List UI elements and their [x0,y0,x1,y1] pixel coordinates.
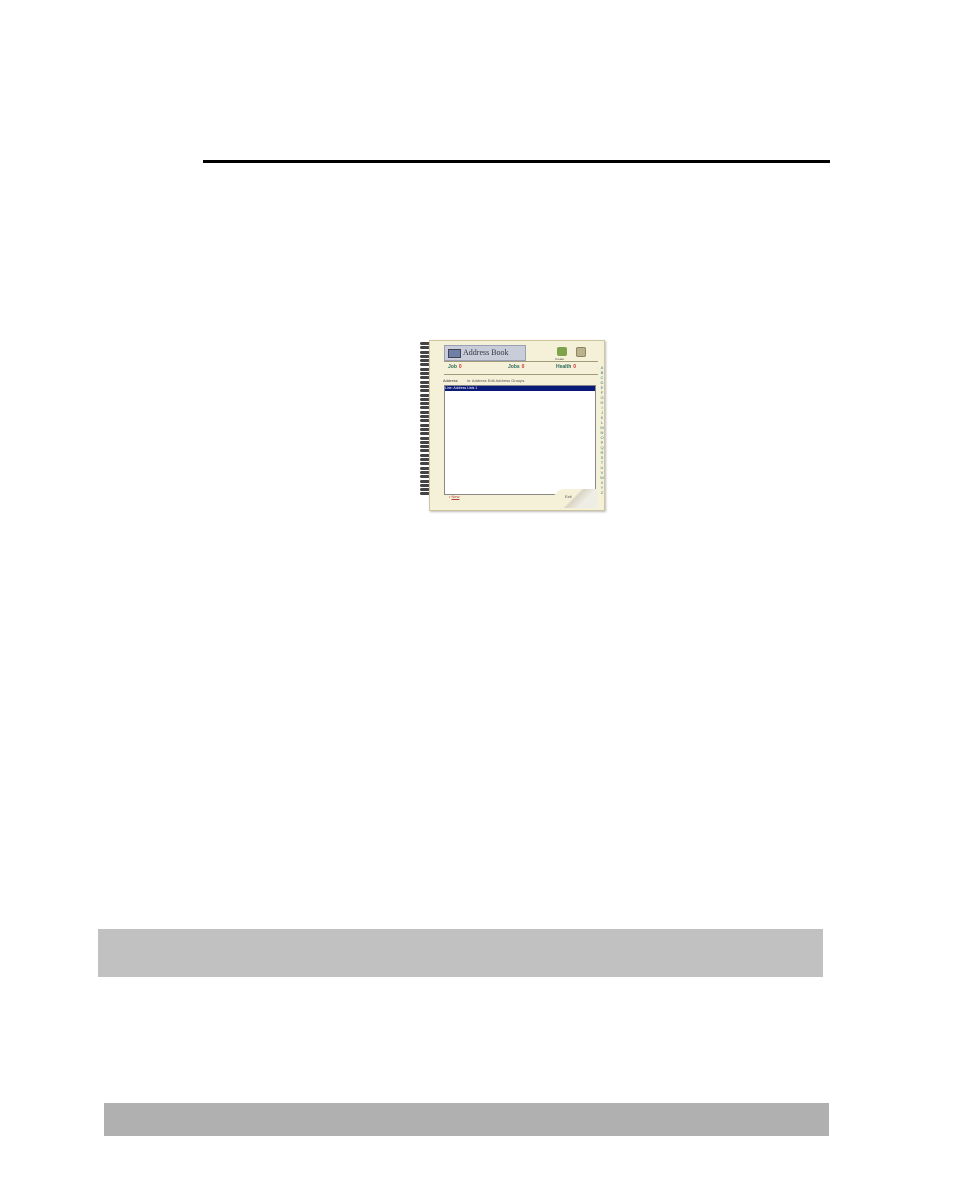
tab-jobs[interactable]: Jobs 0 [508,364,524,370]
notes-icon[interactable] [576,347,586,357]
new-button[interactable]: • New [449,494,460,499]
address-book-window: Address Book Create Job 0 Jobs 0 Health 0 A… [420,340,606,511]
tab-job[interactable]: Job 0 [448,364,462,370]
divider [444,374,598,375]
list-item-selected[interactable]: Line: Address Lists 1 [445,386,595,391]
address-list[interactable]: Line: Address Lists 1 [444,385,596,495]
filter-row: Address in: Address Edit Address Groups [443,378,524,383]
tab-health[interactable]: Health 0 [556,364,576,370]
book-icon [448,349,461,358]
window-title: Address Book [463,348,509,357]
window-title-bar: Address Book [444,345,526,361]
exit-button[interactable]: Exit [565,494,572,499]
filter-select[interactable]: in: Address Edit Address Groups [467,378,525,383]
tab-bar: Job 0 Jobs 0 Health 0 [444,364,598,374]
filter-label: Address [443,378,458,383]
pencil-edit-icon[interactable] [557,347,567,356]
page-curl-exit[interactable]: Exit [553,489,597,508]
address-book-page: Address Book Create Job 0 Jobs 0 Health 0 A… [429,340,605,511]
gray-banner-bottom [104,1103,829,1136]
alphabet-index: ABCDEFGHIJKLMNOPQRSTUVWXYZ [599,365,605,495]
divider [444,361,598,362]
section-rule [203,160,830,163]
alphabet-letter-z[interactable]: Z [599,490,605,495]
gray-banner-top [98,929,823,977]
